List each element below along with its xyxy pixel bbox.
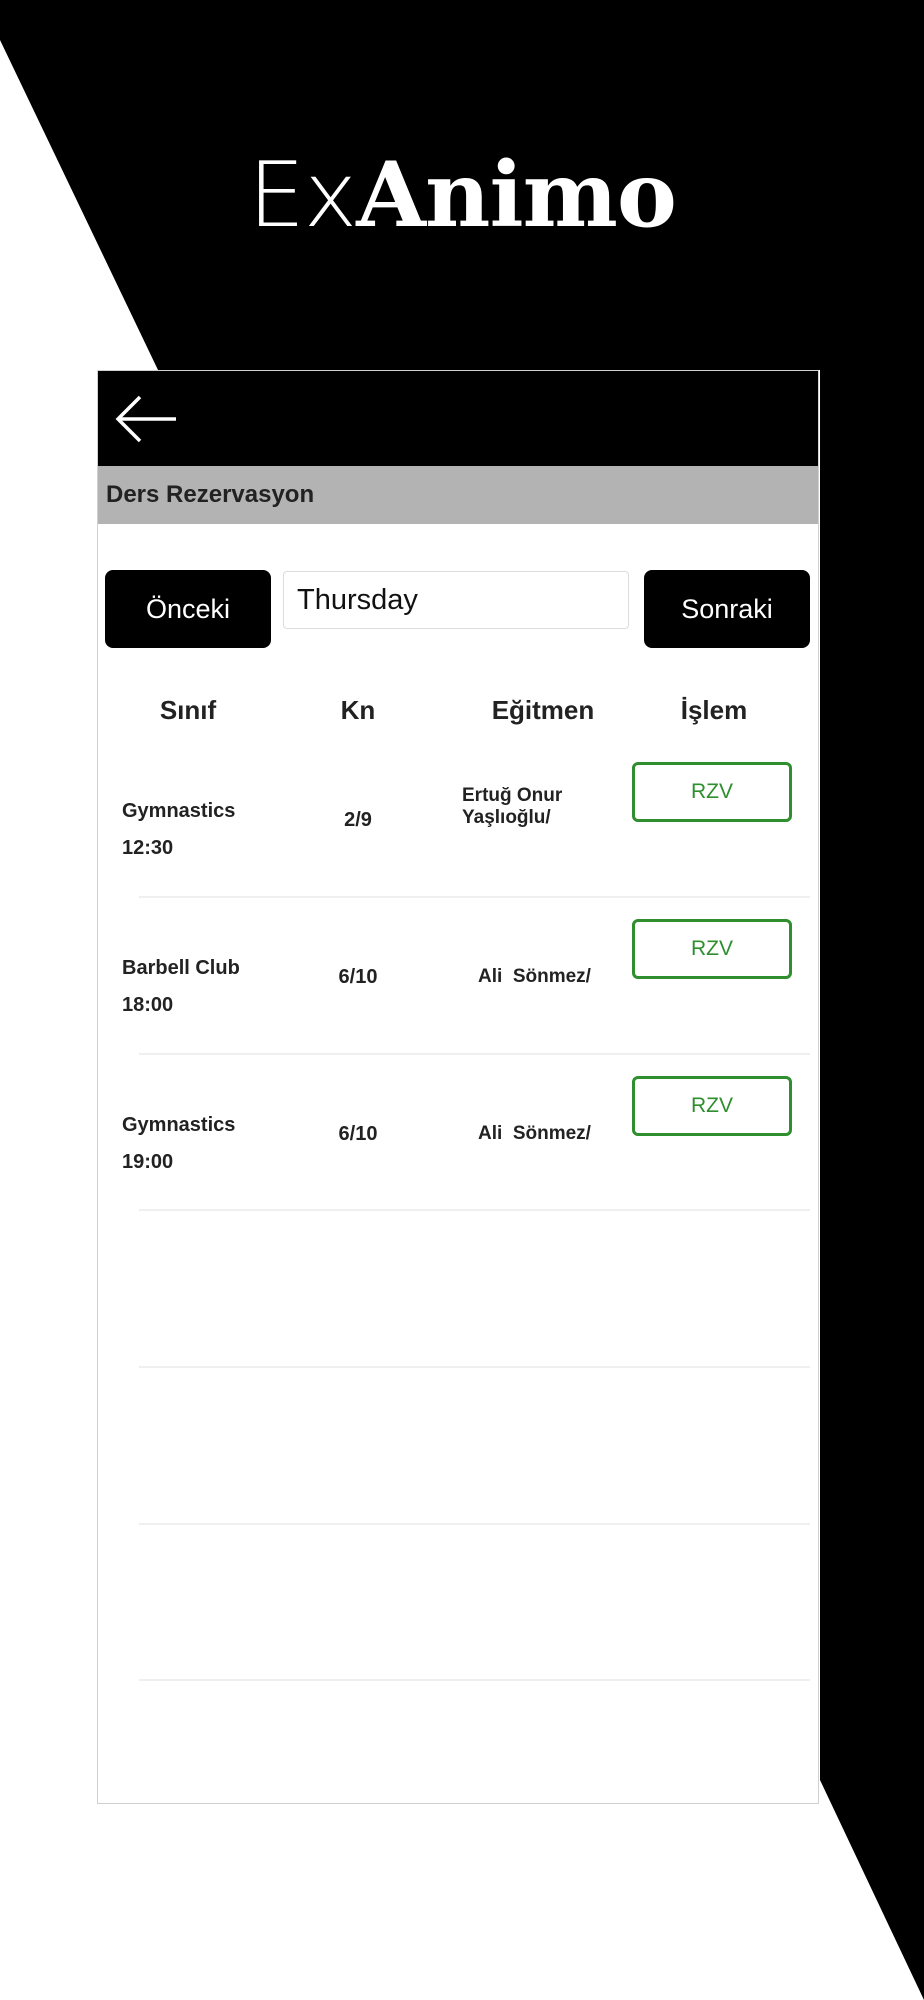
section-header: Ders Rezervasyon: [98, 466, 818, 524]
table-row: Gymnastics 19:00 6/10 Ali Sönmez/ RZV: [98, 1070, 818, 1227]
reserve-button[interactable]: RZV: [632, 919, 792, 979]
trainer-name-line1: Ali Sönmez/: [478, 966, 591, 987]
trainer-name-line2: Yaşlıoğlu/: [462, 807, 551, 828]
class-name: Gymnastics: [122, 1114, 236, 1136]
row-divider: [139, 1209, 810, 1211]
table-row: Gymnastics 12:30 2/9 Ertuğ Onur Yaşlıoğl…: [98, 756, 818, 913]
row-divider: [139, 1679, 810, 1681]
capacity-cell: 2/9: [344, 809, 372, 831]
class-time: 18:00: [122, 994, 174, 1016]
row-divider: [139, 896, 810, 898]
arrow-left-icon: [115, 395, 176, 443]
capacity-cell: 6/10: [338, 966, 378, 988]
previous-day-button[interactable]: Önceki: [105, 570, 271, 648]
reserve-button[interactable]: RZV: [632, 762, 792, 822]
capacity-cell: 6/10: [338, 1123, 378, 1145]
day-field[interactable]: [283, 571, 629, 629]
nav-bar: [98, 371, 818, 466]
row-divider: [139, 1523, 810, 1525]
trainer-name-line1: Ertuğ Onur: [462, 785, 563, 806]
column-header-action: İşlem: [680, 695, 748, 725]
trainer-cell: Ertuğ Onur Yaşlıoğlu/: [462, 785, 597, 829]
trainer-name-line1: Ali Sönmez/: [478, 1123, 591, 1144]
class-cell: Gymnastics 19:00: [122, 1107, 235, 1181]
column-header-class: Sınıf: [159, 695, 217, 725]
class-cell: Gymnastics 12:30: [122, 793, 235, 867]
brand-logo: ExAnimo: [0, 140, 924, 251]
back-button[interactable]: [112, 391, 182, 447]
class-name: Gymnastics: [122, 800, 236, 822]
brand-prefix: Ex: [248, 143, 357, 248]
class-name: Barbell Club: [122, 957, 240, 979]
class-cell: Barbell Club 18:00: [122, 950, 240, 1024]
row-divider: [139, 1053, 810, 1055]
column-header-capacity: Kn: [340, 695, 376, 725]
trainer-cell: Ali Sönmez/: [478, 966, 613, 988]
class-time: 19:00: [122, 1151, 174, 1173]
column-header-trainer: Eğitmen: [491, 695, 595, 725]
table-row: Barbell Club 18:00 6/10 Ali Sönmez/ RZV: [98, 913, 818, 1070]
row-divider: [139, 1366, 810, 1368]
reserve-button[interactable]: RZV: [632, 1076, 792, 1136]
page-title: Ders Rezervasyon: [106, 481, 315, 508]
next-day-button[interactable]: Sonraki: [644, 570, 810, 648]
trainer-cell: Ali Sönmez/: [478, 1123, 613, 1145]
app-screen: Ders Rezervasyon Önceki Sonraki Sınıf Kn…: [97, 370, 819, 1804]
class-time: 12:30: [122, 837, 174, 859]
brand-name: Animo: [356, 142, 677, 248]
